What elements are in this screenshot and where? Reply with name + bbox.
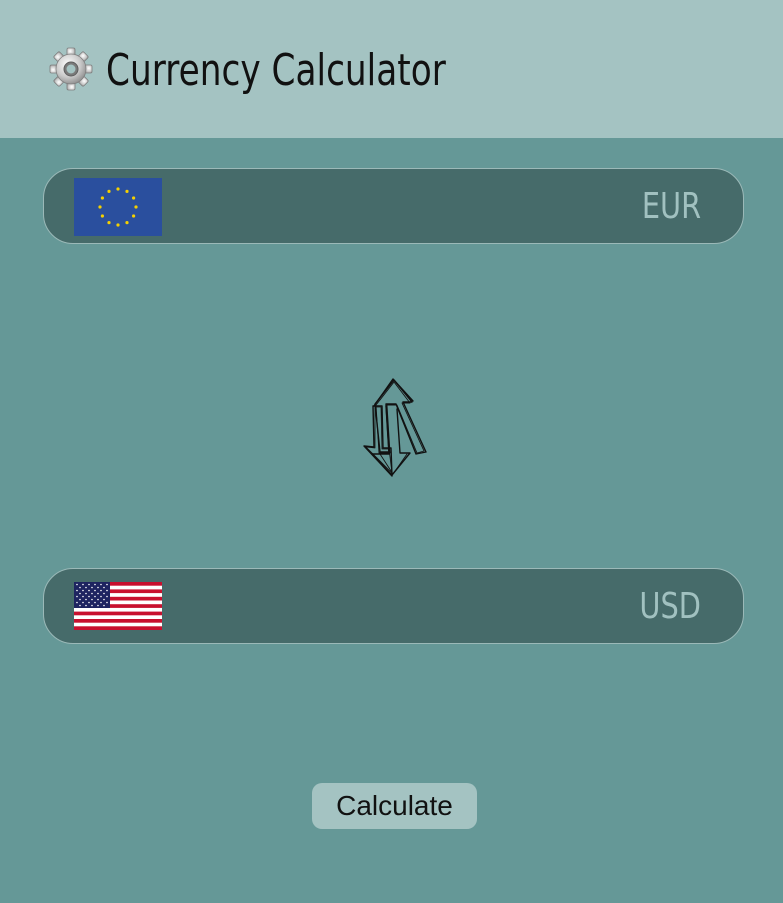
- to-currency-code: USD: [639, 586, 701, 627]
- calculate-button[interactable]: Calculate: [312, 783, 477, 829]
- from-currency-selector[interactable]: EUR: [43, 168, 744, 244]
- us-flag-icon: [74, 582, 162, 630]
- from-currency-code: EUR: [641, 186, 701, 227]
- page-title: Currency Calculator: [106, 45, 446, 96]
- swap-arrows-icon[interactable]: [356, 374, 434, 482]
- app-header: Currency Calculator: [0, 0, 783, 138]
- eu-flag-icon: [74, 178, 162, 236]
- to-currency-selector[interactable]: USD: [43, 568, 744, 644]
- gear-icon: [49, 47, 93, 91]
